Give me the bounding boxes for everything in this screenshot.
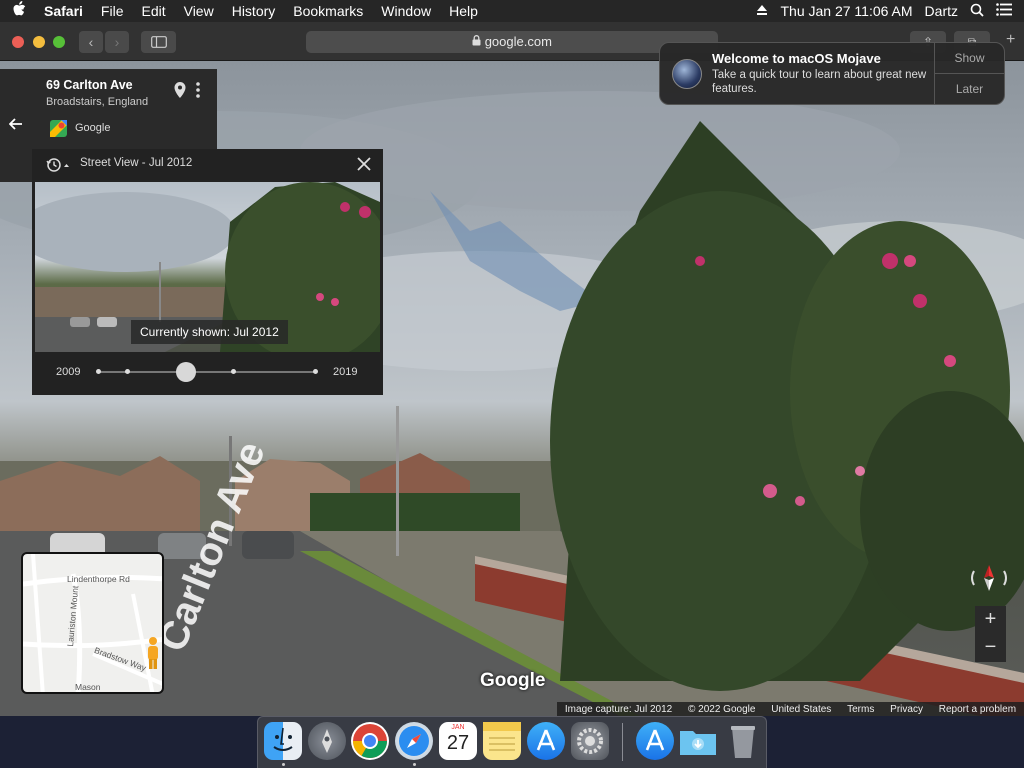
notification-center-icon[interactable] xyxy=(996,3,1012,19)
timeline-slider[interactable]: 2009 2019 xyxy=(32,353,383,393)
minimize-window-button[interactable] xyxy=(33,36,45,48)
compass-control[interactable] xyxy=(968,561,1010,595)
zoom-in-button[interactable]: + xyxy=(975,606,1006,634)
google-logo: Google xyxy=(480,670,546,691)
zoom-window-button[interactable] xyxy=(53,36,65,48)
menu-file[interactable]: File xyxy=(92,3,133,19)
menu-edit[interactable]: Edit xyxy=(132,3,174,19)
timeline-end-year: 2019 xyxy=(333,366,358,378)
google-maps-logo-icon xyxy=(50,120,67,142)
notification-show-button[interactable]: Show xyxy=(935,43,1004,73)
place-address: 69 Carlton Ave xyxy=(46,78,133,92)
terms-link[interactable]: Terms xyxy=(847,704,874,715)
street-view-timeline-panel: Street View - Jul 2012 Currently shown: … xyxy=(32,149,383,395)
region-link[interactable]: United States xyxy=(771,704,831,715)
calendar-month: JAN xyxy=(451,724,465,731)
place-card[interactable]: 69 Carlton Ave Broadstairs, England Goog… xyxy=(32,69,217,149)
downloads-folder-icon[interactable] xyxy=(679,722,717,760)
back-button[interactable]: ‹ xyxy=(79,31,103,53)
menu-view[interactable]: View xyxy=(175,3,223,19)
mojave-icon xyxy=(672,59,702,89)
sidebar-toggle-button[interactable] xyxy=(141,31,176,53)
menu-bar: Safari File Edit View History Bookmarks … xyxy=(0,0,1024,22)
history-clock-icon[interactable] xyxy=(46,157,70,178)
safari-icon[interactable] xyxy=(395,722,433,760)
timeline-start-year: 2009 xyxy=(56,366,81,378)
menu-window[interactable]: Window xyxy=(372,3,440,19)
running-indicator xyxy=(413,763,416,766)
compass-icon xyxy=(968,565,1010,599)
notes-icon[interactable] xyxy=(483,722,521,760)
finder-icon[interactable] xyxy=(264,722,302,760)
slider-tick-2009[interactable] xyxy=(96,369,101,374)
address-bar[interactable]: google.com xyxy=(306,31,718,53)
trash-icon[interactable] xyxy=(724,722,762,760)
place-locality: Broadstairs, England xyxy=(46,96,149,108)
currently-shown-badge: Currently shown: Jul 2012 xyxy=(131,320,288,344)
menu-bookmarks[interactable]: Bookmarks xyxy=(284,3,372,19)
notification-actions: Show Later xyxy=(934,43,1004,104)
dock-divider xyxy=(622,723,623,761)
street-view-preview[interactable]: Currently shown: Jul 2012 xyxy=(35,182,380,352)
map-footer: Image capture: Jul 2012 © 2022 Google Un… xyxy=(557,702,1024,716)
pegman-icon[interactable] xyxy=(145,636,161,675)
notification-body: Take a quick tour to learn about great n… xyxy=(712,69,927,95)
timeline-title: Street View - Jul 2012 xyxy=(80,157,193,169)
forward-button[interactable]: › xyxy=(105,31,129,53)
more-options-icon[interactable] xyxy=(195,81,201,104)
close-icon[interactable] xyxy=(356,156,372,177)
slider-tick[interactable] xyxy=(125,369,130,374)
slider-tick[interactable] xyxy=(231,369,236,374)
notification-later-button[interactable]: Later xyxy=(935,73,1004,103)
eject-icon[interactable] xyxy=(756,3,768,19)
timeline-header: Street View - Jul 2012 xyxy=(32,149,383,181)
slider-tick-2019[interactable] xyxy=(313,369,318,374)
running-indicator xyxy=(282,763,285,766)
address-bar-url: google.com xyxy=(484,34,552,49)
place-source: Google xyxy=(75,122,111,134)
calendar-day: 27 xyxy=(446,732,470,754)
new-tab-button[interactable]: + xyxy=(1006,31,1015,49)
zoom-out-button[interactable]: − xyxy=(975,634,1006,662)
app-store-download-icon[interactable] xyxy=(636,722,674,760)
menubar-user[interactable]: Dartz xyxy=(925,3,958,19)
menu-app-name[interactable]: Safari xyxy=(38,3,92,19)
app-store-icon[interactable] xyxy=(527,722,565,760)
privacy-link[interactable]: Privacy xyxy=(890,704,923,715)
map-pin-icon[interactable] xyxy=(173,81,187,104)
menu-help[interactable]: Help xyxy=(440,3,487,19)
minimap-street-label: Mason xyxy=(75,682,101,692)
mojave-welcome-notification[interactable]: Welcome to macOS Mojave Take a quick tou… xyxy=(659,42,1005,105)
dock: JAN 27 xyxy=(257,716,767,768)
minimap[interactable]: Lindenthorpe Rd Lauriston Mount Bradstow… xyxy=(21,552,164,694)
back-to-map-button[interactable] xyxy=(0,69,32,182)
system-preferences-icon[interactable] xyxy=(571,722,609,760)
copyright-text: © 2022 Google xyxy=(688,703,756,715)
apple-menu-icon[interactable] xyxy=(0,1,38,21)
slider-thumb[interactable] xyxy=(176,362,197,382)
minimap-street-label: Lindenthorpe Rd xyxy=(67,574,130,584)
arrow-left-icon xyxy=(8,117,23,134)
lock-icon xyxy=(472,34,485,49)
menubar-clock[interactable]: Thu Jan 27 11:06 AM xyxy=(780,3,912,19)
spotlight-search-icon[interactable] xyxy=(970,3,984,20)
launchpad-icon[interactable] xyxy=(308,722,346,760)
menu-history[interactable]: History xyxy=(223,3,285,19)
image-capture-date: Image capture: Jul 2012 xyxy=(564,703,673,715)
chrome-icon[interactable] xyxy=(351,722,389,760)
notification-title: Welcome to macOS Mojave xyxy=(712,51,881,66)
close-window-button[interactable] xyxy=(12,36,24,48)
report-problem-link[interactable]: Report a problem xyxy=(939,704,1016,715)
calendar-icon[interactable]: JAN 27 xyxy=(439,722,477,760)
